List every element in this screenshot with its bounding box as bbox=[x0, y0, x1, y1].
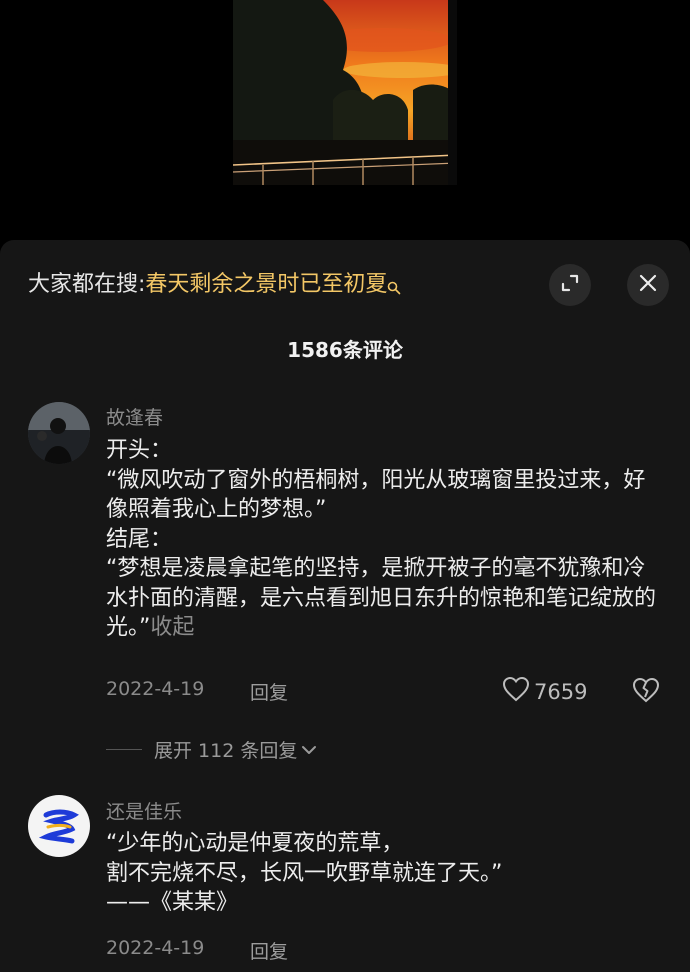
search-suggestion[interactable]: 大家都在搜:春天剩余之景时已至初夏 bbox=[28, 268, 401, 302]
search-icon[interactable] bbox=[387, 272, 401, 295]
avatar[interactable] bbox=[28, 795, 90, 857]
expand-icon bbox=[560, 273, 580, 297]
expand-replies-label: 展开 112 条回复 bbox=[154, 740, 298, 762]
comment-body: 开头： “微风吹动了窗外的梧桐树，阳光从玻璃窗里投过来，好像照着我心上的梦想。”… bbox=[106, 438, 657, 640]
comment-text: 开头： “微风吹动了窗外的梧桐树，阳光从玻璃窗里投过来，好像照着我心上的梦想。”… bbox=[106, 436, 666, 643]
reply-button[interactable]: 回复 bbox=[250, 678, 288, 705]
close-button[interactable] bbox=[627, 264, 669, 306]
video-area[interactable] bbox=[0, 0, 690, 240]
search-prefix: 大家都在搜: bbox=[28, 272, 146, 297]
comment-date: 2022-4-19 bbox=[106, 678, 205, 700]
reply-button[interactable]: 回复 bbox=[250, 937, 288, 964]
chevron-down-icon bbox=[301, 739, 317, 761]
sunset-image bbox=[233, 0, 457, 185]
expand-button[interactable] bbox=[549, 264, 591, 306]
collapse-link[interactable]: 收起 bbox=[150, 615, 194, 640]
heart-icon bbox=[502, 676, 534, 707]
like-button[interactable]: 7659 bbox=[502, 676, 587, 707]
dislike-button[interactable] bbox=[632, 677, 660, 707]
broken-heart-icon bbox=[632, 677, 660, 707]
comment-username[interactable]: 还是佳乐 bbox=[106, 797, 182, 824]
avatar[interactable] bbox=[28, 402, 90, 464]
comment-count-title: 1586条评论 bbox=[287, 338, 403, 362]
close-icon bbox=[639, 274, 657, 296]
comment-body: “少年的心动是仲夏夜的荒草， 割不完烧不尽，长风一吹野草就连了天。” ——《某某… bbox=[106, 831, 503, 915]
comment-username[interactable]: 故逢春 bbox=[106, 403, 163, 430]
comment-text: “少年的心动是仲夏夜的荒草， 割不完烧不尽，长风一吹野草就连了天。” ——《某某… bbox=[106, 829, 666, 918]
comments-sheet: 大家都在搜:春天剩余之景时已至初夏 1586条评论 故逢春 开头： “微风吹动了… bbox=[0, 240, 690, 972]
comment-date: 2022-4-19 bbox=[106, 937, 205, 959]
divider-line bbox=[106, 749, 142, 750]
search-query-link[interactable]: 春天剩余之景时已至初夏 bbox=[145, 272, 387, 297]
expand-replies-button[interactable]: 展开 112 条回复 bbox=[106, 736, 317, 763]
like-count: 7659 bbox=[534, 679, 588, 704]
